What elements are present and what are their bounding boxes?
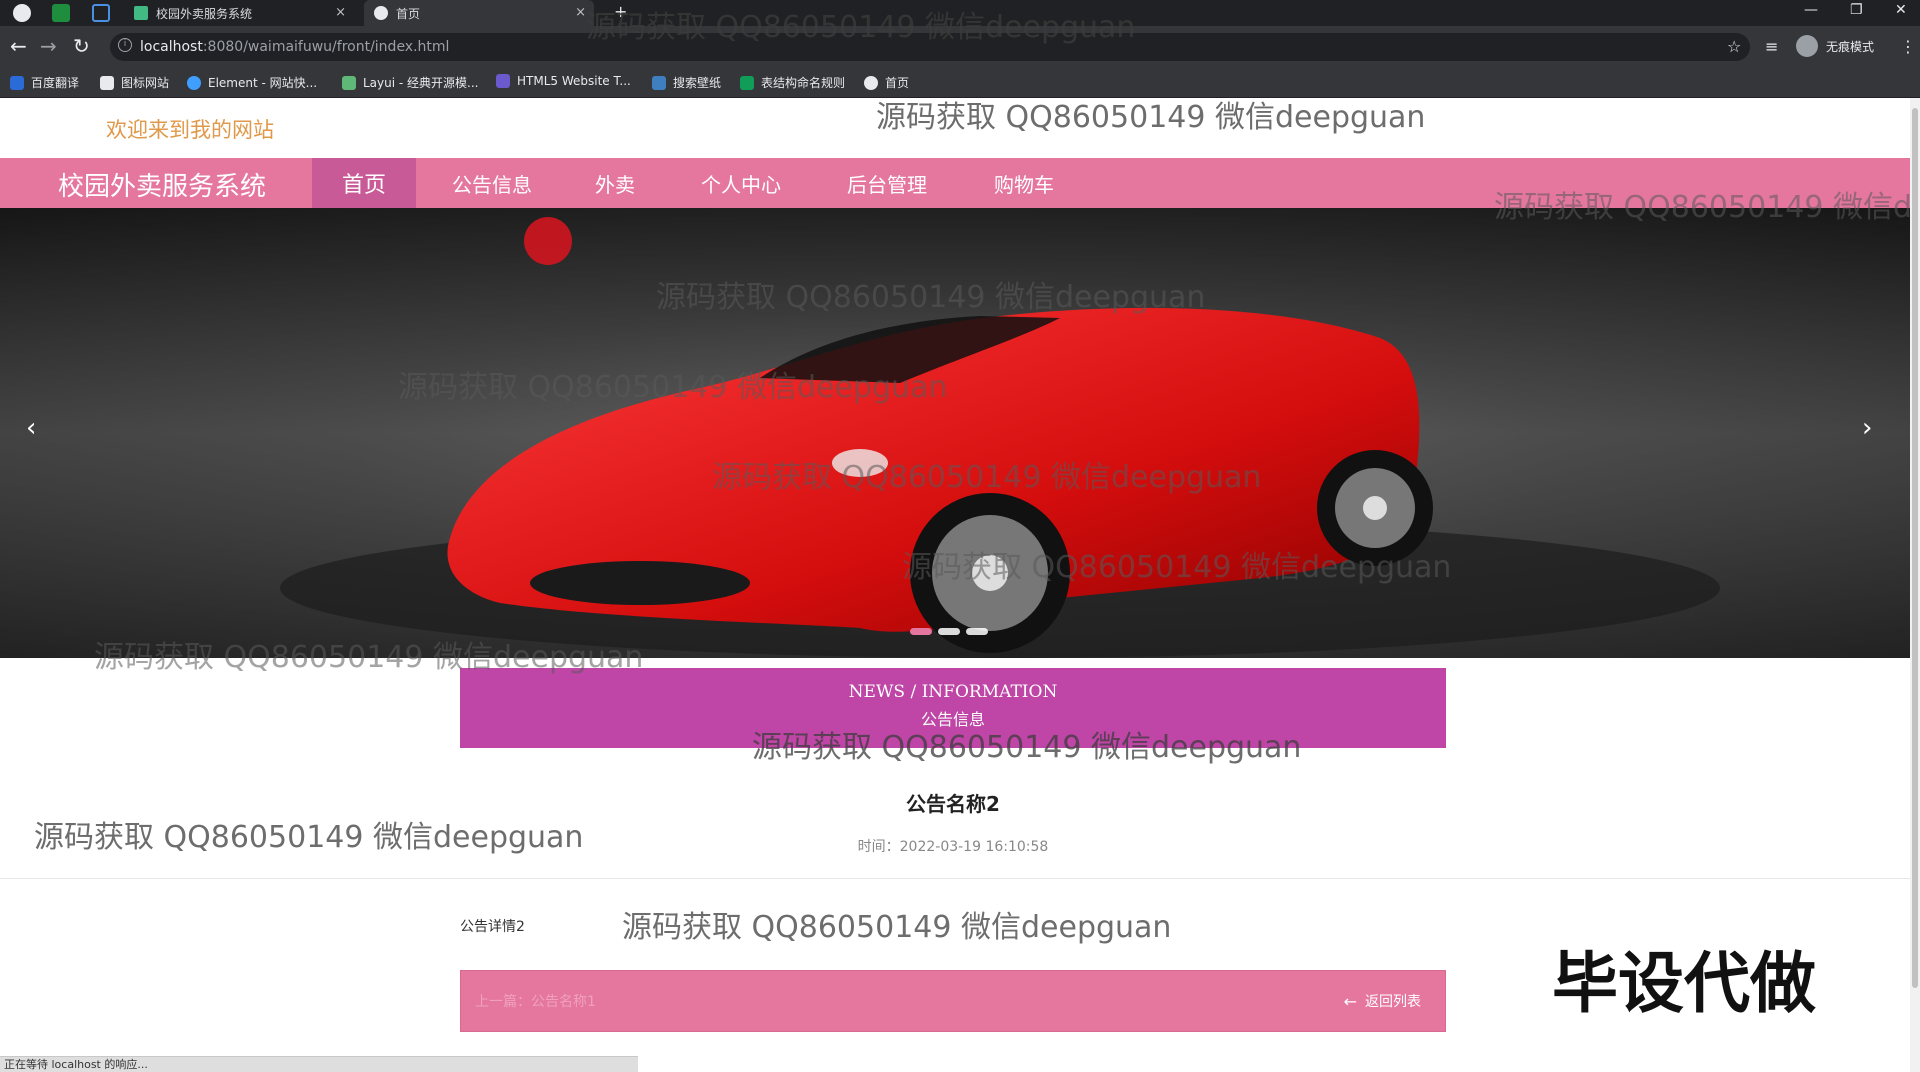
arrow-left-icon: ← xyxy=(1343,991,1357,1011)
incognito-avatar-icon xyxy=(1796,35,1818,57)
carousel-dot[interactable] xyxy=(910,628,932,635)
watermark: 源码获取 QQ86050149 微信deepguan xyxy=(902,550,1452,585)
minimize-button[interactable]: — xyxy=(1804,2,1818,18)
html5-icon xyxy=(496,74,510,88)
forward-icon[interactable]: → xyxy=(40,35,57,57)
site-info-icon[interactable]: i xyxy=(118,38,132,52)
profile-button[interactable]: 无痕模式 xyxy=(1796,35,1874,57)
star-icon[interactable]: ☆ xyxy=(1727,37,1741,56)
bookmark-label: 搜索壁纸 xyxy=(673,76,722,90)
tab-campus-system[interactable]: 校园外卖服务系统 × xyxy=(124,0,354,26)
bookmark-label: 首页 xyxy=(885,76,910,90)
back-to-list-button[interactable]: ← 返回列表 xyxy=(1344,991,1421,1011)
nav-cart[interactable]: 购物车 xyxy=(972,158,1076,208)
carousel-dot[interactable] xyxy=(966,628,988,635)
url-path: :8080/waimaifuwu/front/index.html xyxy=(202,39,450,55)
carousel-prev-arrow[interactable]: ‹ xyxy=(26,413,36,443)
prev-article-link[interactable]: 上一篇：公告名称1 xyxy=(475,991,596,1011)
sheet-icon[interactable] xyxy=(52,4,70,22)
translate-icon xyxy=(10,75,24,90)
layui-icon xyxy=(342,75,356,90)
url-host: localhost xyxy=(140,39,203,55)
page-scrollbar[interactable] xyxy=(1910,98,1920,1072)
cursor-highlight xyxy=(524,217,572,265)
watermark: 源码获取 QQ86050149 微信deepguan xyxy=(398,370,948,405)
element-icon xyxy=(187,75,201,90)
vue-icon xyxy=(134,6,148,20)
bookmark-item[interactable]: Layui - 经典开源模... xyxy=(342,74,478,91)
nav-admin[interactable]: 后台管理 xyxy=(824,158,950,208)
nav-home[interactable]: 首页 xyxy=(312,158,416,208)
divider xyxy=(0,878,1910,879)
profile-label: 无痕模式 xyxy=(1826,39,1875,54)
bookmark-label: HTML5 Website T... xyxy=(517,74,631,88)
article-detail: 公告详情2 xyxy=(460,919,525,935)
watermark: 源码获取 QQ86050149 微信deepguan xyxy=(586,10,1136,45)
nav-personal-center[interactable]: 个人中心 xyxy=(680,158,802,208)
close-tab-icon[interactable]: × xyxy=(335,5,346,20)
wallpaper-icon xyxy=(652,75,666,90)
doc-icon xyxy=(740,75,754,90)
tv-icon[interactable] xyxy=(92,4,110,22)
nav-takeout[interactable]: 外卖 xyxy=(572,158,658,208)
bookmark-item[interactable]: HTML5 Website T... xyxy=(496,74,631,88)
globe-icon xyxy=(864,75,878,90)
back-to-list-label: 返回列表 xyxy=(1365,994,1421,1010)
bookmark-item[interactable]: 表结构命名规则 xyxy=(740,74,845,91)
watermark: 源码获取 QQ86050149 微信deepguan xyxy=(752,730,1302,765)
close-window-button[interactable]: ✕ xyxy=(1895,2,1907,18)
bookmark-label: 图标网站 xyxy=(121,76,170,90)
menu-icon[interactable]: ⋮ xyxy=(1900,37,1916,56)
back-icon[interactable]: ← xyxy=(10,35,27,57)
bookmark-label: Layui - 经典开源模... xyxy=(363,76,479,90)
site-brand[interactable]: 校园外卖服务系统 xyxy=(58,166,266,203)
tab-title: 首页 xyxy=(396,6,421,21)
screen: 校园外卖服务系统 × 首页 × + — ❐ ✕ ← → ↻ localhost:… xyxy=(0,0,1920,1072)
bookmark-item[interactable]: Element - 网站快... xyxy=(187,74,317,91)
bookmark-item[interactable]: 百度翻译 xyxy=(10,74,79,91)
restore-button[interactable]: ❐ xyxy=(1850,2,1863,18)
stamp-text: 毕设代做 xyxy=(1552,945,1816,1022)
bookmark-item[interactable]: 图标网站 xyxy=(100,74,169,91)
bookmark-label: 表结构命名规则 xyxy=(761,76,846,90)
watermark: 源码获取 QQ86050149 微信deepguan xyxy=(876,100,1426,135)
scrollbar-thumb[interactable] xyxy=(1912,108,1918,988)
watermark: 源码获取 QQ86050149 微信deepguan xyxy=(1494,190,1910,225)
chrome-icon[interactable] xyxy=(13,4,31,22)
tab-home[interactable]: 首页 × xyxy=(364,0,594,26)
watermark: 源码获取 QQ86050149 微信deepguan xyxy=(622,910,1172,945)
bookmark-label: Element - 网站快... xyxy=(208,76,318,90)
status-bar: 正在等待 localhost 的响应... xyxy=(0,1056,638,1072)
carousel-next-arrow[interactable]: › xyxy=(1862,413,1872,443)
tab-title: 校园外卖服务系统 xyxy=(156,6,253,21)
bookmark-item[interactable]: 首页 xyxy=(864,74,909,91)
flag-icon xyxy=(100,75,114,90)
welcome-text: 欢迎来到我的网站 xyxy=(106,118,274,142)
globe-icon xyxy=(374,6,388,20)
article-footer: 上一篇：公告名称1 ← 返回列表 xyxy=(460,970,1446,1032)
watermark: 源码获取 QQ86050149 微信deepguan xyxy=(34,820,584,855)
watermark: 源码获取 QQ86050149 微信deepguan xyxy=(712,460,1262,495)
watermark: 源码获取 QQ86050149 微信deepguan xyxy=(94,640,644,675)
bookmark-item[interactable]: 搜索壁纸 xyxy=(652,74,721,91)
watermark: 源码获取 QQ86050149 微信deepguan xyxy=(656,280,1206,315)
carousel-dot[interactable] xyxy=(938,628,960,635)
reading-list-icon[interactable]: ≡ xyxy=(1765,37,1778,56)
close-tab-icon[interactable]: × xyxy=(575,5,586,20)
bookmark-label: 百度翻译 xyxy=(31,76,80,90)
reload-icon[interactable]: ↻ xyxy=(73,35,90,57)
nav-announcements[interactable]: 公告信息 xyxy=(434,158,550,208)
carousel-indicators xyxy=(910,628,994,635)
